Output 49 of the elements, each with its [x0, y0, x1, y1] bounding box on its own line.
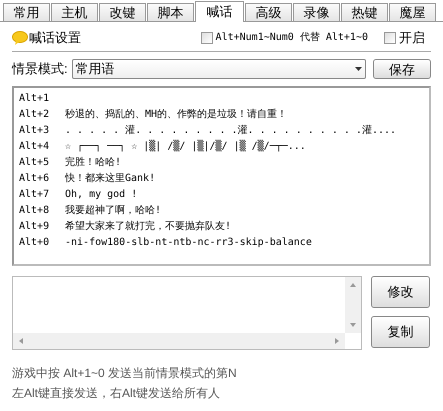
- scroll-left-icon[interactable]: [19, 338, 23, 344]
- tab[interactable]: 脚本: [147, 3, 194, 21]
- save-button[interactable]: 保存: [373, 59, 431, 79]
- scene-dropdown[interactable]: 常用语: [72, 59, 366, 79]
- checkbox[interactable]: [384, 32, 396, 44]
- horizontal-scrollbar[interactable]: [13, 333, 345, 349]
- tab[interactable]: 喊话: [195, 1, 244, 22]
- tab[interactable]: 高级: [245, 3, 292, 21]
- tab[interactable]: 热键: [341, 3, 388, 21]
- scene-label: 情景模式:: [12, 60, 68, 78]
- checkbox-label: Alt+Num1~Num0 代替 Alt+1~0: [216, 30, 368, 45]
- phrase-text: . . . . . 灌. . . . . . . . .灌. . . . . . . . . .灌....: [65, 124, 396, 138]
- scroll-down-icon[interactable]: [350, 323, 356, 327]
- section-title: 喊话设置: [29, 28, 81, 47]
- tab[interactable]: 改键: [99, 3, 146, 21]
- phrase-text: -ni-fow180-slb-nt-ntb-nc-rr3-skip-balance: [65, 236, 312, 250]
- hotkey-label: Alt+5: [19, 156, 50, 170]
- phrase-text: ☆ ┌──┐ ──┐ ☆ |▒| /▒/ |▒|/▒/ |▒ /▒/─┬─...: [65, 138, 306, 154]
- phrase-text: Oh, my god !: [65, 188, 138, 202]
- hotkey-label: Alt+0: [19, 236, 50, 250]
- hotkey-label: Alt+7: [19, 188, 50, 202]
- scroll-right-icon[interactable]: [335, 338, 339, 344]
- checkbox-label: 开启: [399, 28, 425, 47]
- tab[interactable]: 录像: [293, 3, 340, 21]
- hotkey-label: Alt+2: [19, 108, 50, 122]
- phrase-text: 希望大家来了就打完，不要抛弃队友!: [65, 220, 232, 234]
- checkbox[interactable]: [200, 32, 213, 44]
- phrase-text: 快！都来这里Gank!: [65, 172, 156, 186]
- edit-button[interactable]: 修改: [371, 276, 430, 308]
- hotkey-label: Alt+1: [19, 92, 50, 106]
- phrase-text: 我要超神了啊，哈哈!: [65, 204, 162, 218]
- phrase-text: 秒退的、捣乱的、MH的、作弊的是垃圾！请自重！: [65, 108, 288, 122]
- message-editor[interactable]: [12, 276, 362, 350]
- scroll-up-icon[interactable]: [350, 283, 356, 287]
- speech-bubble-icon: [12, 30, 28, 44]
- phrase-text: 完胜！哈哈!: [65, 156, 122, 170]
- vertical-scrollbar[interactable]: [345, 277, 361, 333]
- hotkey-label: Alt+8: [19, 204, 50, 218]
- hotkey-label: Alt+9: [19, 220, 50, 234]
- copy-button[interactable]: 复制: [371, 316, 430, 348]
- hotkey-label: Alt+3: [19, 124, 50, 138]
- hotkey-label: Alt+6: [19, 172, 50, 186]
- hotkey-label: Alt+4: [19, 140, 50, 154]
- tab[interactable]: 魔屋: [389, 3, 436, 21]
- tab[interactable]: 常用: [3, 3, 50, 21]
- caret-icon: [355, 67, 362, 71]
- tab[interactable]: 主机: [51, 3, 98, 21]
- hint-text: 游戏中按 Alt+1~0 发送当前情景模式的第N: [12, 365, 238, 382]
- hint-text: 左Alt键直接发送，右Alt键发送给所有人: [12, 385, 222, 402]
